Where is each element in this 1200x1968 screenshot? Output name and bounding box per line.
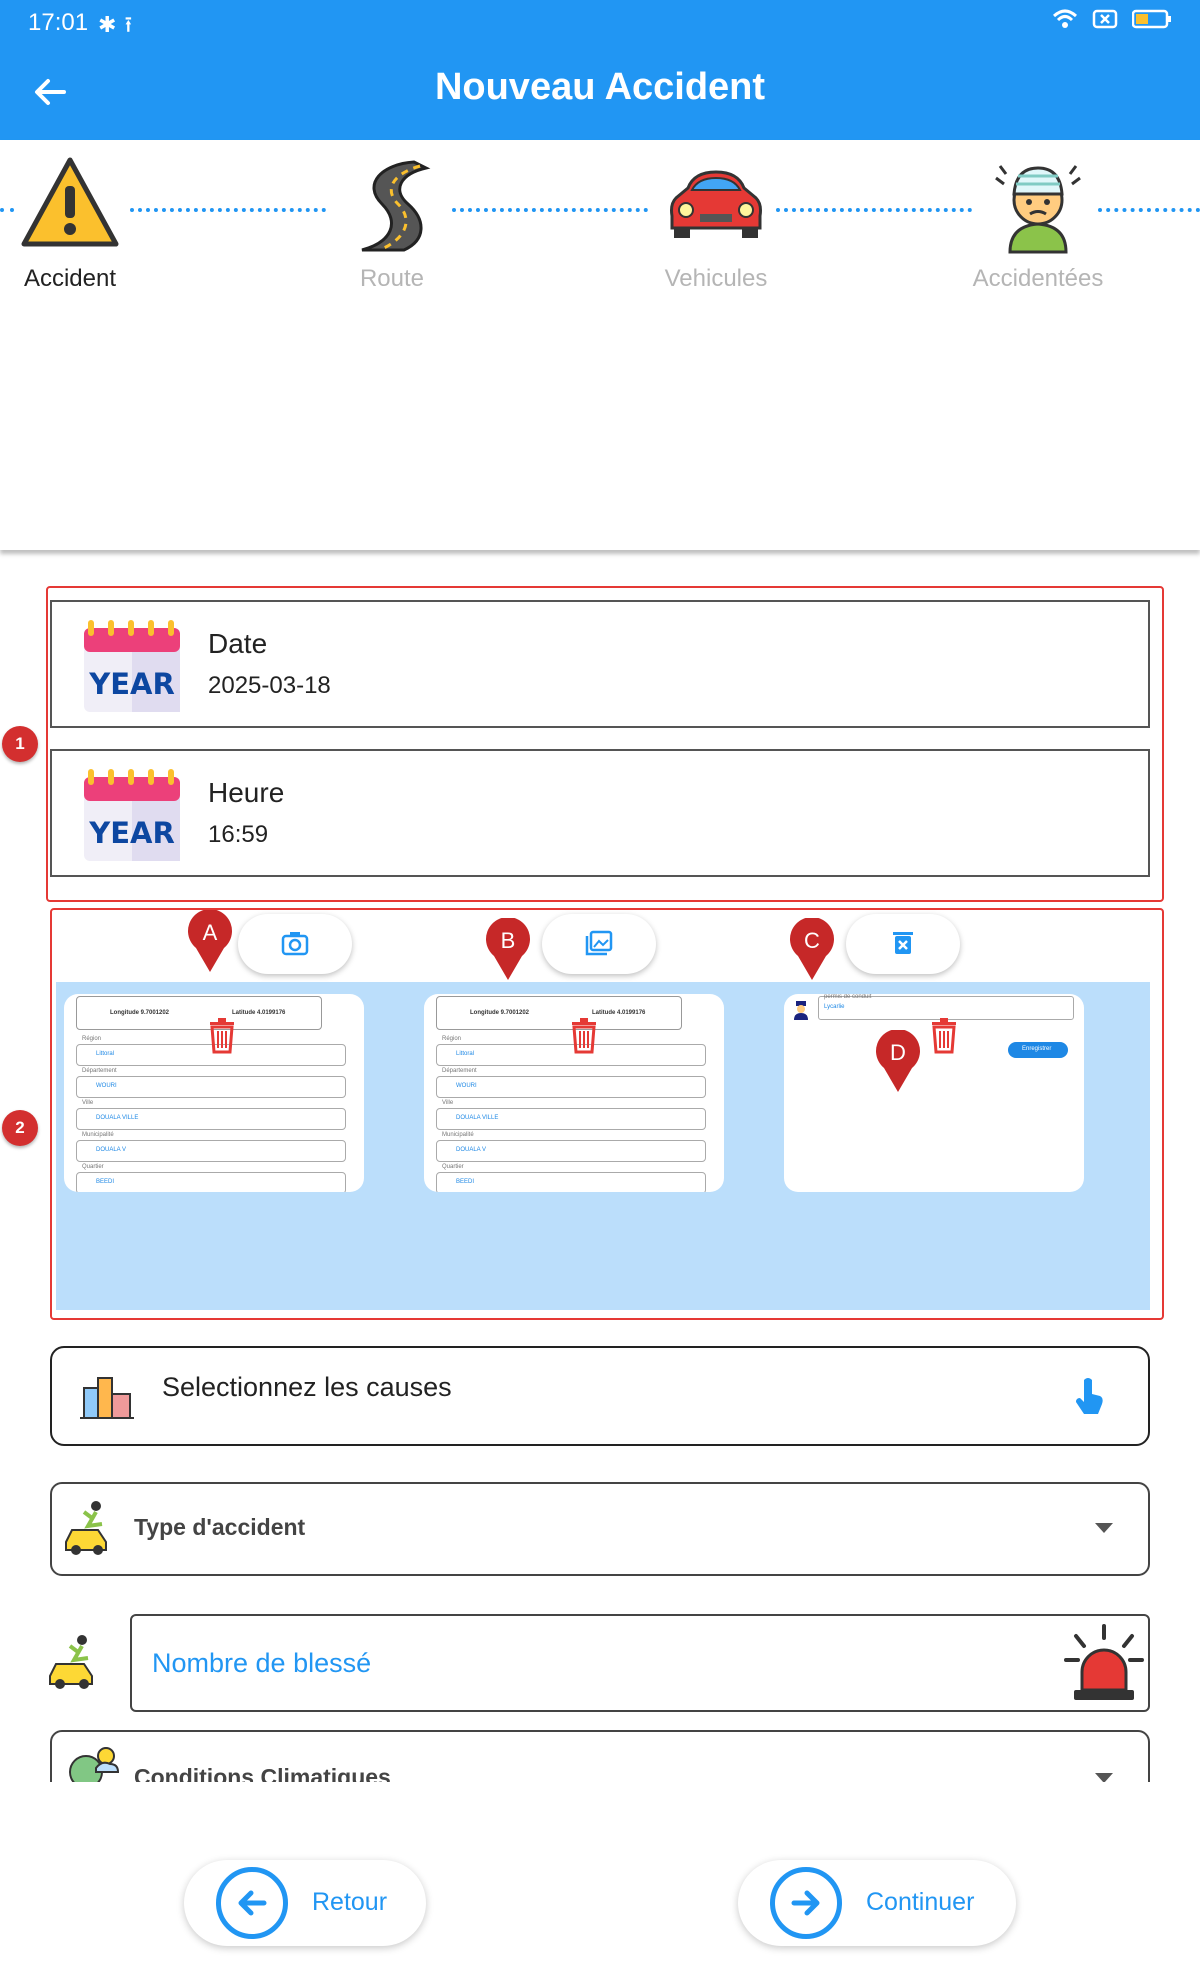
page-title: Nouveau Accident [434, 66, 766, 108]
delete-all-icon [893, 932, 913, 954]
annotation-pin-b: B [484, 917, 532, 982]
thumb-save-button: Enregistrer [1008, 1042, 1068, 1058]
step-vehicules[interactable]: Vehicules [616, 154, 816, 293]
gallery-button[interactable] [542, 914, 656, 974]
weather-dropdown[interactable]: Conditions Climatiques [50, 1730, 1150, 1782]
upload-icon: ⭱ [124, 12, 141, 37]
step-accidentees[interactable]: Accidentées [938, 154, 1138, 293]
weather-label: Conditions Climatiques [134, 1764, 391, 1782]
calendar-icon-text: YEAR [88, 667, 175, 701]
causes-label: Selectionnez les causes [162, 1372, 452, 1402]
status-left-icons: ✱⭱ [98, 8, 140, 46]
siren-icon [1064, 1624, 1144, 1700]
back-button[interactable]: Retour [184, 1860, 426, 1946]
wifi-icon [1052, 9, 1078, 28]
warning-icon [21, 157, 119, 247]
camera-button[interactable] [238, 914, 352, 974]
city-icon [80, 1377, 134, 1419]
thumb-longitude: Longitude 9.7001202 [110, 1010, 170, 1016]
photo-thumbnail-2[interactable]: Longitude 9.7001202 Latitude 4.0199176 R… [424, 994, 724, 1192]
calendar-icon: YEAR [82, 618, 182, 719]
trash-icon[interactable] [570, 1018, 598, 1054]
photo-thumbnail-3[interactable]: permis de conduit Lycarlie Enregistrer [784, 994, 1084, 1192]
step-label: Vehicules [664, 265, 768, 292]
clear-photos-button[interactable] [846, 914, 960, 974]
accident-icon [49, 1635, 93, 1689]
police-officer-icon [794, 1001, 808, 1020]
time-label: Heure [208, 777, 285, 808]
injured-person-icon [995, 165, 1081, 254]
thumb-form: Région Littoral Département WOURI Ville DOU… [76, 1036, 352, 1192]
camera-icon [281, 932, 309, 956]
continue-button-label: Continuer [866, 1888, 975, 1916]
time-card[interactable]: YEAR Heure 16:59 [50, 749, 1150, 877]
date-card[interactable]: YEAR Date 2025-03-18 [50, 600, 1150, 728]
weather-icon [69, 1747, 120, 1782]
annotation-pin-d: D [874, 1029, 922, 1094]
chevron-down-icon [1095, 1773, 1113, 1782]
accident-type-dropdown[interactable]: Type d'accident [50, 1482, 1150, 1576]
thumb-latitude: Latitude 4.0199176 [232, 1010, 286, 1016]
app-bar: Nouveau Accident [0, 44, 1200, 140]
arrow-right-circle-icon [770, 1867, 842, 1939]
status-bar: 17:01 ✱⭱ [0, 0, 1200, 44]
calendar-icon-text: YEAR [88, 816, 175, 850]
image-gallery-icon [585, 930, 613, 956]
accident-type-label: Type d'accident [134, 1514, 306, 1540]
thumb-license-caption: permis de conduit [824, 994, 872, 1000]
annotation-badge-2: 2 [2, 1110, 38, 1146]
trash-icon[interactable] [930, 1018, 958, 1054]
injured-count-placeholder: Nombre de blessé [152, 1648, 372, 1678]
date-value: 2025-03-18 [208, 672, 331, 699]
annotation-pin-c: C [788, 917, 836, 982]
tap-icon [1076, 1378, 1103, 1414]
thumb-form: Région Littoral Département WOURI Ville DOU… [436, 1036, 712, 1192]
thumb-latitude: Latitude 4.0199176 [592, 1010, 646, 1016]
trash-icon[interactable] [208, 1018, 236, 1054]
sim-off-icon [1092, 9, 1118, 29]
weather-dropdown-clip: Conditions Climatiques [48, 1726, 1152, 1782]
step-label: Route [359, 265, 425, 292]
stepper: Accident Route Vehicules Accidentées [0, 140, 1200, 550]
causes-selector[interactable]: Selectionnez les causes [50, 1346, 1150, 1446]
step-label: Accident [23, 265, 117, 292]
date-label: Date [208, 628, 268, 659]
annotation-badge-1: 1 [2, 726, 38, 762]
continue-button[interactable]: Continuer [738, 1860, 1016, 1946]
step-accident[interactable]: Accident [0, 154, 170, 293]
accident-icon [65, 1501, 107, 1555]
chevron-down-icon [1095, 1523, 1113, 1533]
bluetooth-icon: ✱ [98, 12, 125, 37]
arrow-left-circle-icon [216, 1867, 288, 1939]
thumb-license-value: Lycarlie [824, 1004, 845, 1010]
step-route[interactable]: Route [292, 154, 492, 293]
injured-count-input[interactable]: Nombre de blessé [130, 1614, 1150, 1712]
time-value: 16:59 [208, 821, 269, 848]
step-label: Accidentées [972, 265, 1104, 292]
thumb-longitude: Longitude 9.7001202 [470, 1010, 530, 1016]
car-icon [670, 170, 762, 238]
back-button-label: Retour [312, 1888, 388, 1916]
calendar-icon: YEAR [82, 767, 182, 868]
road-icon [361, 160, 431, 252]
battery-icon [1132, 9, 1171, 29]
status-time: 17:01 [28, 9, 89, 36]
annotation-pin-a: A [186, 909, 234, 974]
photo-thumbnail-1[interactable]: Longitude 9.7001202 Latitude 4.0199176 R… [64, 994, 364, 1192]
status-right-icons [1052, 8, 1172, 30]
